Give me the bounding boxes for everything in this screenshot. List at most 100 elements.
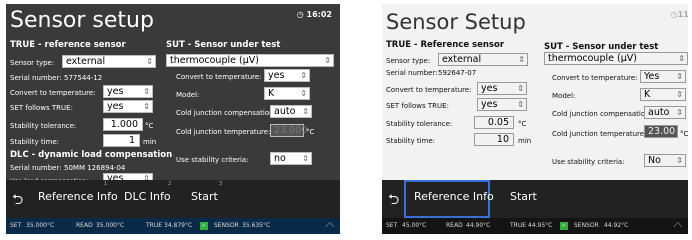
stability-time-unit: min <box>518 137 532 145</box>
status-sensor-label: SENSOR <box>574 222 599 229</box>
cjc-select[interactable]: auto ⇕ <box>270 105 312 118</box>
back-icon[interactable]: ⮌ <box>388 189 399 213</box>
sensor-type-label: Sensor type: <box>386 57 431 65</box>
chevron-updown-icon: ⇕ <box>678 54 685 63</box>
sut-section-header: SUT - Sensor under test <box>166 40 281 50</box>
stability-time-label: Stability time: <box>10 138 60 146</box>
cjt-input[interactable]: 23.000 <box>270 124 307 137</box>
stable-check-icon: ✓ <box>200 222 208 230</box>
reference-info-index: 1 <box>104 181 108 187</box>
stability-criteria-label: Use stability criteria: <box>176 156 249 164</box>
chevron-updown-icon: ⇕ <box>300 71 307 80</box>
set-follows-true-value: yes <box>107 101 124 112</box>
dlc-serial-label: Serial number: <box>10 164 62 172</box>
stability-criteria-select[interactable]: no ⇕ <box>270 152 312 165</box>
dlc-info-button[interactable]: DLC Info <box>124 190 171 203</box>
sensor-type-value: external <box>442 54 482 65</box>
signal-icon: ⟋⟍ <box>673 222 682 229</box>
sut-section-header: SUT - Sensor under test <box>544 42 659 52</box>
model-label: Model: <box>552 92 576 100</box>
sensor-type-select[interactable]: external ⇕ <box>438 53 528 66</box>
status-read-value: 35.000°C <box>96 222 125 229</box>
page-title: Sensor setup <box>10 8 154 33</box>
cjt-unit: °C <box>306 128 315 136</box>
reference-info-button[interactable]: Reference Info <box>38 190 118 203</box>
set-follows-true-select[interactable]: yes ⇕ <box>477 98 527 111</box>
chevron-updown-icon: ⇕ <box>676 108 683 117</box>
status-read-label: READ <box>76 222 93 229</box>
chevron-updown-icon: ⇕ <box>300 89 307 98</box>
serial-number-label: Serial number: <box>10 74 62 82</box>
status-true-value: 44.95°C <box>528 222 553 229</box>
set-follows-true-select[interactable]: yes ⇕ <box>103 100 153 113</box>
chevron-updown-icon: ⇕ <box>324 56 331 65</box>
model-label: Model: <box>176 91 200 99</box>
chevron-updown-icon: ⇕ <box>676 72 683 81</box>
stability-criteria-label: Use stability criteria: <box>552 158 625 166</box>
chevron-updown-icon: ⇕ <box>517 84 524 93</box>
cjt-label: Cold junction temperature: <box>176 128 271 136</box>
model-select[interactable]: K ⇕ <box>264 87 310 100</box>
chevron-updown-icon: ⇕ <box>517 100 524 109</box>
cjc-value: auto <box>274 106 296 117</box>
serial-number-label: Serial number: <box>386 69 438 77</box>
cjc-label: Cold junction compensation: <box>552 110 652 118</box>
cjt-unit: °C <box>680 130 688 138</box>
dlc-section-header: DLC - dynamic load compensation <box>10 150 173 160</box>
stable-check-icon: ✓ <box>560 222 568 230</box>
chevron-updown-icon: ⇕ <box>676 156 683 165</box>
sut-convert-label: Convert to temperature: <box>552 74 638 82</box>
cjc-select[interactable]: auto ⇕ <box>644 106 686 119</box>
chevron-updown-icon: ⇕ <box>518 55 525 64</box>
convert-temp-select[interactable]: yes ⇕ <box>477 82 527 95</box>
start-button[interactable]: Start <box>510 190 537 203</box>
status-set-label: SET <box>10 222 22 229</box>
convert-temp-select[interactable]: yes ⇕ <box>103 85 153 98</box>
stability-time-unit: min <box>143 138 157 146</box>
model-select[interactable]: K ⇕ <box>640 88 686 101</box>
back-icon[interactable]: ⮌ <box>12 189 23 213</box>
reference-info-button[interactable]: Reference Info <box>414 190 494 203</box>
chevron-updown-icon: ⇕ <box>302 107 309 116</box>
sut-type-select[interactable]: thermocouple (μV) ⇕ <box>166 54 334 67</box>
sut-convert-value: Yes <box>644 71 660 82</box>
chevron-updown-icon: ⇕ <box>302 154 309 163</box>
sut-convert-label: Convert to temperature: <box>176 73 262 81</box>
true-section-header: TRUE - Reference sensor <box>386 40 505 50</box>
start-index: 3 <box>219 181 223 187</box>
status-bar: SET 45.00°C READ 44.90°C TRUE 44.95°C ✓ … <box>382 218 688 234</box>
stability-criteria-value: no <box>274 153 286 164</box>
convert-temp-label: Convert to temperature: <box>386 86 472 94</box>
page-title: Sensor Setup <box>386 10 526 34</box>
cjc-value: auto <box>648 107 670 118</box>
signal-icon: ⟋⟍ <box>325 222 334 229</box>
convert-temp-value: yes <box>107 86 124 97</box>
stability-criteria-select[interactable]: No ⇕ <box>644 154 686 167</box>
convert-temp-label: Convert to temperature: <box>10 89 96 97</box>
true-section-header: TRUE - reference sensor <box>10 40 126 50</box>
sut-type-select[interactable]: thermocouple (μV) ⇕ <box>544 52 688 65</box>
sensor-type-label: Sensor type: <box>10 59 55 67</box>
sut-convert-select[interactable]: yes ⇕ <box>264 69 310 82</box>
set-follows-true-value: yes <box>481 99 498 110</box>
clock: ◷ 16:02 <box>296 10 332 19</box>
dlc-serial-value: 50MM 126894-04 <box>64 164 126 172</box>
convert-temp-value: yes <box>481 83 498 94</box>
sensor-type-value: external <box>66 56 106 67</box>
status-set-value: 45.00°C <box>402 222 427 229</box>
status-sensor-value: 44.92°C <box>604 222 629 229</box>
chevron-updown-icon: ⇕ <box>143 87 150 96</box>
cjt-input[interactable]: 23.00 <box>644 125 678 138</box>
cjc-label: Cold junction compensation: <box>176 109 276 117</box>
model-value: K <box>644 89 651 100</box>
sensor-type-select[interactable]: external ⇕ <box>62 55 156 68</box>
stability-time-input[interactable]: 1 <box>103 134 140 147</box>
clock: ◷11: <box>671 10 688 19</box>
stability-time-input[interactable]: 10 <box>474 133 514 146</box>
start-button[interactable]: Start <box>191 190 218 203</box>
model-value: K <box>268 88 275 99</box>
sut-convert-select[interactable]: Yes ⇕ <box>640 70 686 83</box>
stability-tolerance-input[interactable]: 1.000 <box>103 118 143 131</box>
status-read-value: 44.90°C <box>466 222 491 229</box>
stability-tolerance-input[interactable]: 0.05 <box>474 116 514 129</box>
